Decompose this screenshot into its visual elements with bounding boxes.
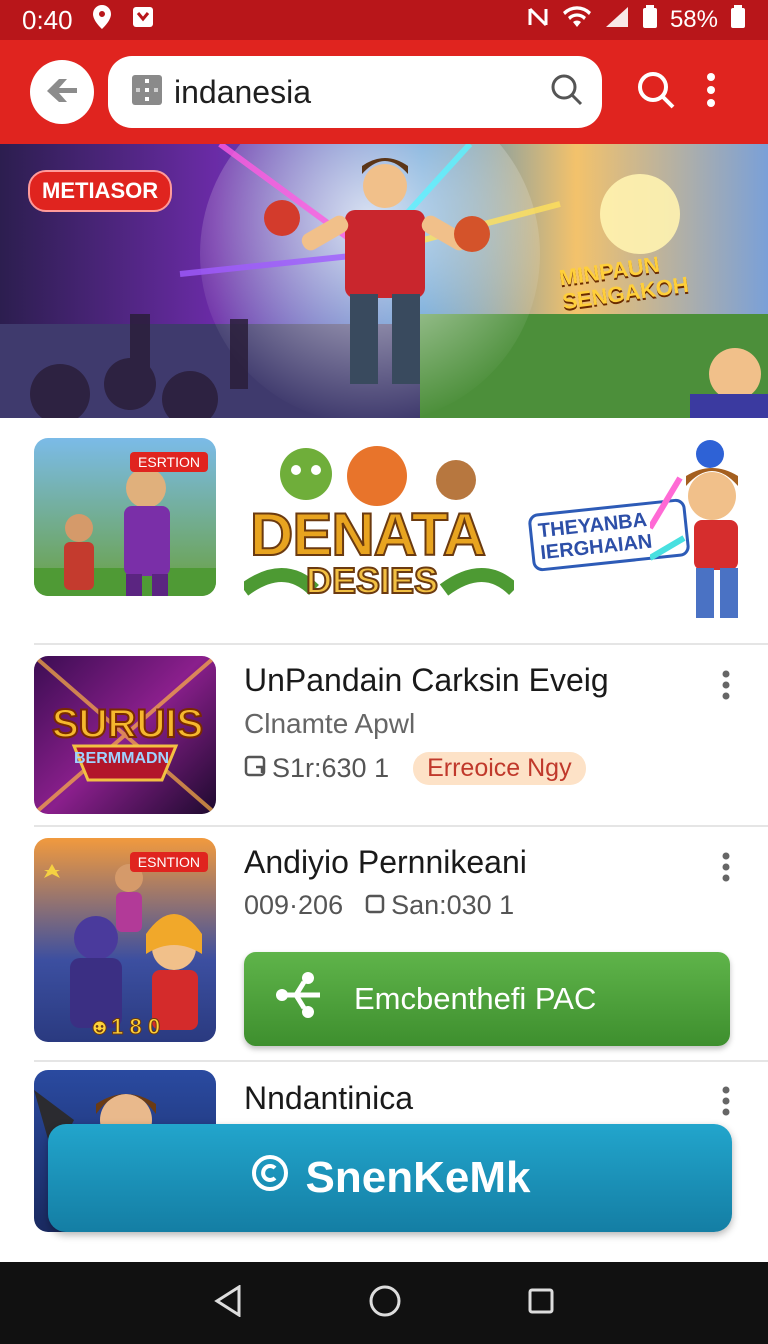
hero-banner[interactable]: METIASOR MINPAUN SENGAKOH <box>0 144 768 418</box>
app-meta-2-value-a: 009·206 <box>244 890 344 920</box>
battery-percent: 58% <box>669 6 718 33</box>
home-icon[interactable] <box>368 1284 402 1323</box>
status-time: 0:40 <box>22 4 73 35</box>
divider <box>34 643 768 645</box>
app-thumbnail-2-counter: ☻1 8 0 <box>87 1014 161 1040</box>
promo-character-art <box>650 440 738 618</box>
status-bar: 0:40 58% <box>0 0 768 40</box>
app-more-icon-1[interactable] <box>716 670 736 700</box>
app-thumbnail-1-title: SURUIS <box>51 701 204 747</box>
floating-cta-button[interactable]: SnenKeMk <box>48 1124 732 1232</box>
calendar-icon <box>244 753 266 784</box>
search-field[interactable]: indanesia <box>108 56 602 128</box>
promo-thumbnail[interactable]: ESRTION <box>34 438 216 596</box>
wifi-icon <box>562 5 592 36</box>
app-meta-1-value: S1r:630 1 <box>272 753 390 783</box>
nfc-icon <box>526 5 550 36</box>
overflow-menu-icon[interactable] <box>706 72 716 113</box>
app-title-1[interactable]: UnPandain Carksin Eveig <box>244 662 609 699</box>
app-thumbnail-2[interactable]: ESNTION ☻1 8 0 <box>34 838 216 1042</box>
floating-cta-label: SnenKeMk <box>305 1153 531 1202</box>
navigate-button[interactable] <box>30 60 94 124</box>
location-icon <box>91 4 113 37</box>
recents-icon[interactable] <box>527 1287 555 1320</box>
copyright-icon <box>250 1153 290 1204</box>
app-bar: indanesia <box>0 40 768 144</box>
notification-icon <box>131 5 155 36</box>
app-meta-1: S1r:630 1 Erreoice Ngy <box>244 752 586 785</box>
app-thumbnail-1-subtitle: BERMMADN <box>74 750 170 767</box>
divider <box>34 1060 768 1062</box>
install-button-label: Emcbenthefi PAC <box>354 981 597 1016</box>
app-more-icon-3[interactable] <box>716 1086 736 1116</box>
app-meta-2-value-b: San:030 1 <box>391 890 515 920</box>
back-icon[interactable] <box>213 1283 243 1322</box>
battery-icon <box>642 4 658 36</box>
battery-icon-right <box>730 4 746 36</box>
app-subtitle-1: Clnamte Apwl <box>244 708 416 739</box>
hero-tag: METIASOR <box>28 170 173 212</box>
app-title-3[interactable]: Nndantinica <box>244 1080 413 1117</box>
search-query[interactable]: indanesia <box>174 74 550 111</box>
app-thumbnail-2-badge: ESNTION <box>129 852 208 872</box>
grid-icon <box>132 74 162 110</box>
app-title-2[interactable]: Andiyio Pernnikeani <box>244 844 527 881</box>
signal-icon <box>604 5 630 36</box>
appbar-search-icon[interactable] <box>636 70 676 115</box>
app-thumbnail-1[interactable]: SURUIS BERMMADN <box>34 656 216 814</box>
install-button[interactable]: Emcbenthefi PAC <box>244 952 730 1046</box>
system-nav-bar <box>0 1262 768 1344</box>
app-chip-1[interactable]: Erreoice Ngy <box>413 752 586 785</box>
promo-logo-line2: DESIES <box>305 559 439 602</box>
search-icon[interactable] <box>550 73 584 112</box>
app-meta-2: 009·206 San:030 1 <box>244 890 514 921</box>
promo-thumbnail-badge: ESRTION <box>130 452 208 472</box>
promo-logo-line1: DENATA <box>249 500 487 569</box>
divider <box>34 825 768 827</box>
square-icon <box>365 890 385 921</box>
share-arrow-icon <box>274 970 324 1028</box>
app-more-icon-2[interactable] <box>716 852 736 882</box>
navigate-arrow-icon <box>44 75 80 110</box>
